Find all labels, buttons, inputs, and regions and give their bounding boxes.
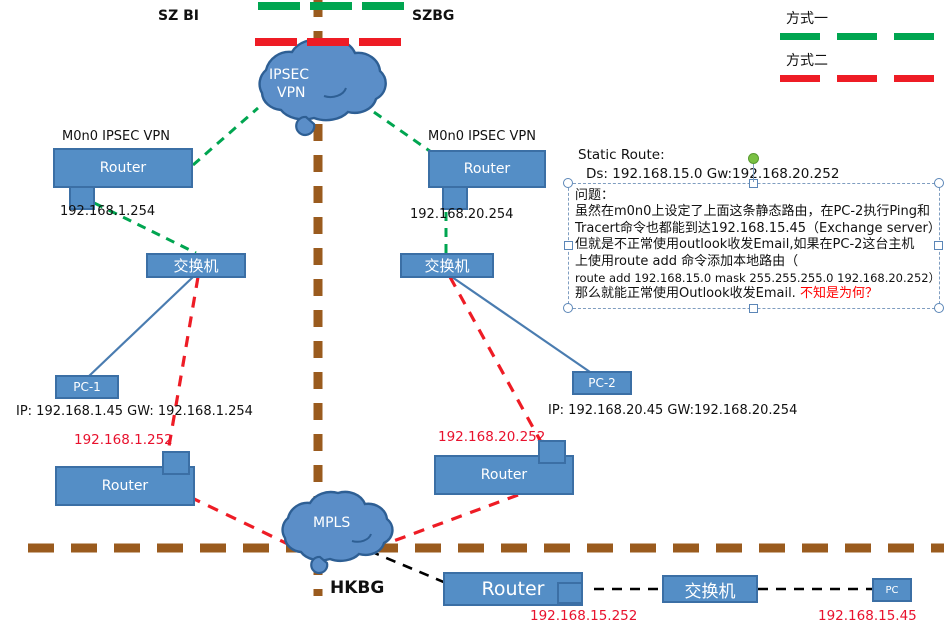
right-mpls-router[interactable]: Router [434,440,574,495]
site-label-bottom: HKBG [330,578,385,598]
legend-method-two: 方式二 [786,50,828,70]
right-ipsec-router-label: Router [463,161,511,177]
left-ipsec-router[interactable]: Router [53,148,193,210]
left-mpls-router-ip: 192.168.1.252 [74,432,173,448]
hk-router-interface-stub [557,582,583,604]
left-router-caption: M0n0 IPSEC VPN [62,129,170,144]
top-red-separator [255,38,401,46]
static-route-caption: Static Route: Ds: 192.168.15.0 Gw:192.16… [578,146,839,184]
red-link-right-switch-to-mpls-router [448,276,548,452]
red-link-left-switch-to-mpls-router [166,276,200,453]
legend-green-seg-2 [837,33,877,40]
right-mpls-router-interface-stub [538,440,566,464]
note-line-5: route add 192.168.15.0 mask 255.255.255.… [575,271,941,286]
left-switch[interactable]: 交换机 [146,253,246,278]
left-ipsec-router-label: Router [99,160,147,176]
right-mpls-router-label: Router [480,467,528,483]
selection-handle-top-left[interactable] [563,178,573,188]
selection-handle-bottom-right[interactable] [934,303,944,313]
top-green-separator [258,2,404,10]
hk-router-ip: 192.168.15.252 [530,608,638,624]
legend-green-seg-3 [894,33,934,40]
left-switch-label: 交换机 [173,257,219,275]
legend-red-seg-1 [780,75,820,82]
blue-link-left-switch-to-pc1 [87,276,194,378]
legend-red-seg-2 [837,75,877,82]
note-line-6-red: 不知是为何？ [799,286,878,302]
note-title: 问题： [575,188,615,203]
pc-1-ip-line: IP: 192.168.1.45 GW: 192.168.1.254 [16,404,253,419]
legend-red-seg-3 [894,75,934,82]
note-line-1: 虽然在m0n0上设定了上面这条静态路由，在PC-2执行Ping和 [575,204,930,220]
connections-layer [28,0,944,596]
hk-router[interactable]: Router [443,572,583,606]
ipsec-cloud-label-line1: IPSEC [269,67,310,83]
mpls-cloud-label: MPLS [313,515,351,531]
note-line-3: 但就是不正常使用outlook收发Email,如果在PC-2这台主机 [575,237,915,253]
note-line-6: 那么就能正常使用Outlook收发Email. 不知是为何？ [575,286,933,302]
right-mpls-router-ip: 192.168.20.252 [438,429,546,445]
note-line-2: Tracert命令也都能到达192.168.15.45（Exchange ser… [575,220,941,236]
static-route-line2: Ds: 192.168.15.0 Gw:192.168.20.252 [586,166,840,182]
pc-2-label: PC-2 [588,376,616,390]
legend-green-seg-1 [780,33,820,40]
right-router-caption: M0n0 IPSEC VPN [428,129,536,144]
rotation-handle[interactable] [748,153,759,164]
left-mpls-router-label: Router [101,478,149,494]
left-mpls-router[interactable]: Router [55,451,195,506]
hk-pc-label: PC [885,584,899,596]
red-link-right-router-to-mpls [387,493,519,545]
right-ipsec-router[interactable]: Router [428,150,546,210]
left-mpls-router-interface-stub [162,451,190,475]
pc-2-ip-line: IP: 192.168.20.45 GW:192.168.20.254 [548,403,798,418]
hk-switch-label: 交换机 [684,581,736,602]
hk-router-label: Router [481,578,545,600]
note-line-4: 上使用route add 命令添加本地路由（ [575,253,799,269]
left-router-ip: 192.168.1.254 [60,204,156,219]
green-link-left-router-to-ipsec [192,106,259,167]
right-switch[interactable]: 交换机 [400,253,494,278]
red-link-left-router-to-mpls [189,495,291,547]
legend-method-one-swatch [780,30,934,40]
hk-pc-ip: 192.168.15.45 [818,608,917,624]
hk-pc[interactable]: PC [872,578,912,602]
ipsec-cloud-label-line2: VPN [277,85,306,101]
legend-method-one: 方式一 [786,8,828,28]
pc-1-label: PC-1 [73,380,101,394]
selection-handle-middle-right[interactable] [934,241,943,250]
note-line-6-black: 那么就能正常使用Outlook收发Email. [575,286,800,302]
mpls-cloud [281,490,394,574]
site-label-right: SZBG [412,8,455,24]
rotation-handle-stem [753,163,754,182]
selection-handle-top-right[interactable] [934,178,944,188]
network-diagram-canvas: SZ BI SZBG HKBG 方式一 方式二 IPSEC VPN MPLS M… [0,0,944,629]
legend-method-one-label: 方式一 [786,11,828,27]
selection-handle-bottom-center[interactable] [749,304,758,313]
site-label-left: SZ BI [158,8,199,24]
static-route-line1: Static Route: [578,147,665,163]
pc-2[interactable]: PC-2 [572,371,632,395]
right-switch-label: 交换机 [424,257,470,275]
question-note-textbox[interactable]: 问题： 虽然在m0n0上设定了上面这条静态路由，在PC-2执行Ping和 Tra… [568,183,941,309]
hk-switch[interactable]: 交换机 [662,575,758,603]
legend-method-two-label: 方式二 [786,53,828,69]
pc-1[interactable]: PC-1 [55,375,119,399]
legend-method-two-swatch [780,72,934,82]
selection-handle-middle-left[interactable] [564,241,573,250]
selection-handle-bottom-left[interactable] [563,303,573,313]
right-router-ip: 192.168.20.254 [410,207,514,222]
